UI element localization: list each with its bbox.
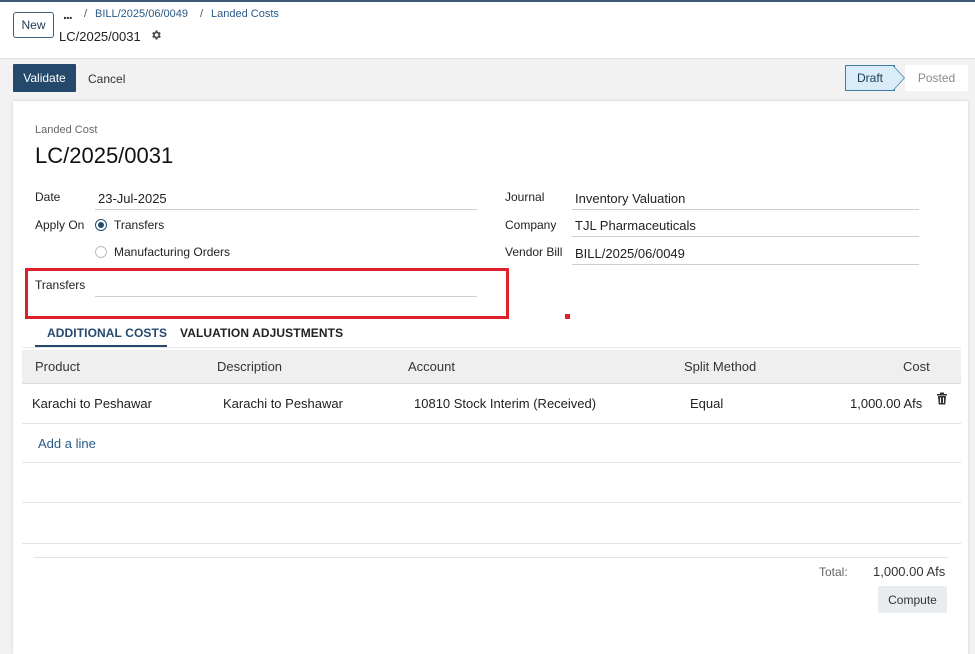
cell-description[interactable]: Karachi to Peshawar [223, 396, 343, 411]
row-divider [22, 543, 961, 544]
cell-product[interactable]: Karachi to Peshawar [32, 396, 152, 411]
cell-split-method[interactable]: Equal [690, 396, 723, 411]
column-cost[interactable]: Cost [903, 359, 930, 374]
radio-transfers-label[interactable]: Transfers [114, 218, 164, 232]
cancel-button[interactable]: Cancel [88, 72, 125, 86]
cell-account[interactable]: 10810 Stock Interim (Received) [414, 396, 596, 411]
breadcrumb-vendor-bill[interactable]: BILL/2025/06/0049 [95, 8, 188, 20]
journal-field[interactable]: Inventory Valuation [575, 191, 685, 206]
add-line-link[interactable]: Add a line [38, 436, 96, 451]
journal-label: Journal [505, 190, 545, 204]
breadcrumb-separator: / [84, 8, 88, 20]
date-underline [95, 209, 477, 210]
vendor-bill-underline [572, 264, 919, 265]
compute-button[interactable]: Compute [878, 586, 947, 613]
validate-button[interactable]: Validate [13, 64, 76, 92]
breadcrumb-more-button[interactable]: ... [63, 6, 73, 22]
status-arrow-fill [893, 66, 904, 90]
apply-on-label: Apply On [35, 218, 85, 232]
column-account[interactable]: Account [408, 359, 455, 374]
status-posted[interactable]: Posted [905, 65, 968, 91]
red-marker [565, 314, 570, 319]
date-label: Date [35, 190, 61, 204]
radio-manufacturing-orders-label[interactable]: Manufacturing Orders [114, 245, 230, 259]
row-divider [22, 423, 961, 424]
company-field[interactable]: TJL Pharmaceuticals [575, 218, 696, 233]
company-underline [572, 236, 919, 237]
row-divider [22, 462, 961, 463]
journal-underline [572, 209, 919, 210]
company-label: Company [505, 218, 557, 232]
column-product[interactable]: Product [35, 359, 80, 374]
trash-icon[interactable] [936, 392, 948, 408]
totals-divider [34, 557, 948, 558]
breadcrumb-landed-costs[interactable]: Landed Costs [211, 8, 279, 20]
total-label: Total: [819, 565, 848, 579]
highlight-box [25, 268, 509, 319]
radio-transfers[interactable] [95, 219, 107, 231]
tab-divider [22, 347, 961, 348]
record-type-label: Landed Cost [35, 124, 98, 136]
column-split-method[interactable]: Split Method [684, 359, 756, 374]
date-field[interactable]: 23-Jul-2025 [98, 191, 167, 206]
record-name: LC/2025/0031 [59, 29, 141, 44]
tab-additional-costs[interactable]: ADDITIONAL COSTS [47, 326, 167, 340]
table-header [22, 350, 961, 384]
cell-cost[interactable]: 1,000.00 Afs [850, 396, 922, 411]
gear-icon[interactable] [150, 29, 162, 44]
vendor-bill-label: Vendor Bill [505, 245, 563, 259]
action-bar: Validate Cancel Draft Posted [0, 59, 975, 101]
status-draft[interactable]: Draft [845, 65, 895, 91]
vendor-bill-field[interactable]: BILL/2025/06/0049 [575, 246, 685, 261]
radio-manufacturing-orders[interactable] [95, 246, 107, 258]
page-title: LC/2025/0031 [35, 143, 174, 168]
tab-valuation-adjustments[interactable]: VALUATION ADJUSTMENTS [180, 326, 343, 340]
row-divider [22, 502, 961, 503]
new-button[interactable]: New [13, 12, 54, 38]
total-value: 1,000.00 Afs [873, 564, 946, 579]
control-panel: New ... / BILL/2025/06/0049 / Landed Cos… [0, 2, 975, 59]
column-description[interactable]: Description [217, 359, 282, 374]
breadcrumb-separator: / [200, 8, 204, 20]
